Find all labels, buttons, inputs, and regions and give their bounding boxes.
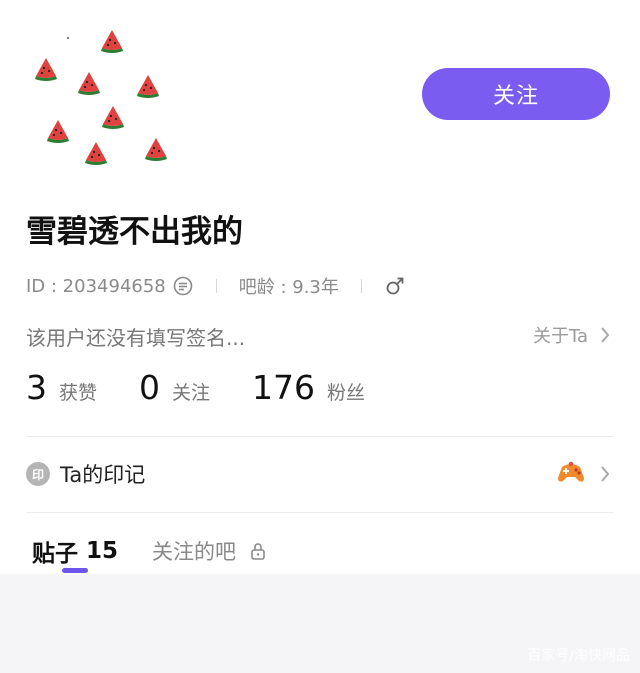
- tab-posts-label: 贴子: [32, 541, 78, 567]
- stat-label: 关注: [172, 382, 211, 404]
- watermark: 百家号/淘快网品: [527, 648, 630, 664]
- profile-stats: 3 获赞 0 关注 176 粉丝: [26, 368, 407, 407]
- tab-posts[interactable]: 贴子 15: [32, 534, 119, 573]
- avatar[interactable]: [22, 20, 182, 180]
- mark-right: [556, 459, 610, 489]
- chevron-right-icon: [600, 326, 610, 344]
- stat-value: 0: [139, 368, 161, 407]
- follow-button[interactable]: 关注: [422, 68, 610, 120]
- divider: [26, 512, 614, 513]
- tab-posts-count: 15: [86, 538, 119, 564]
- stat-label: 获赞: [59, 382, 98, 404]
- about-ta-link[interactable]: 关于Ta: [533, 322, 610, 348]
- signature-text: 该用户还没有填写签名...: [26, 326, 246, 350]
- meta-separator: [215, 279, 217, 293]
- stat-value: 3: [26, 368, 47, 407]
- copy-id-icon[interactable]: [172, 275, 194, 297]
- lock-icon: [250, 542, 266, 560]
- about-ta-label: 关于Ta: [532, 326, 588, 347]
- watermelon-pattern-avatar: [35, 30, 167, 165]
- profile-meta-row: ID : 203494658 吧龄 : 9.3年: [26, 272, 406, 300]
- gamepad-icon: [556, 459, 586, 489]
- mark-badge-icon: 印: [26, 462, 50, 486]
- stat-value: 176: [252, 368, 316, 407]
- profile-tabs: 贴子 15 关注的吧: [32, 534, 266, 573]
- stat-label: 粉丝: [327, 382, 366, 404]
- active-tab-indicator: [62, 568, 88, 573]
- stat-following[interactable]: 0 关注: [139, 368, 210, 407]
- username: 雪碧透不出我的: [26, 214, 243, 250]
- tab-followed-bars[interactable]: 关注的吧: [152, 536, 266, 566]
- stat-likes[interactable]: 3 获赞: [26, 368, 97, 407]
- stat-followers[interactable]: 176 粉丝: [252, 368, 365, 407]
- bar-age: 吧龄 : 9.3年: [238, 277, 339, 298]
- ta-marks-label: Ta的印记: [60, 463, 146, 487]
- posts-content-area: 百家号/淘快网品: [0, 574, 640, 673]
- chevron-right-icon: [600, 465, 610, 483]
- tab-followed-bars-label: 关注的吧: [152, 540, 237, 564]
- user-id: ID : 203494658: [26, 275, 166, 297]
- divider: [26, 436, 614, 437]
- ta-marks-row[interactable]: 印 Ta的印记: [26, 456, 610, 492]
- meta-separator: [360, 279, 362, 293]
- male-gender-icon: [384, 275, 406, 297]
- follow-button-label: 关注: [492, 84, 539, 109]
